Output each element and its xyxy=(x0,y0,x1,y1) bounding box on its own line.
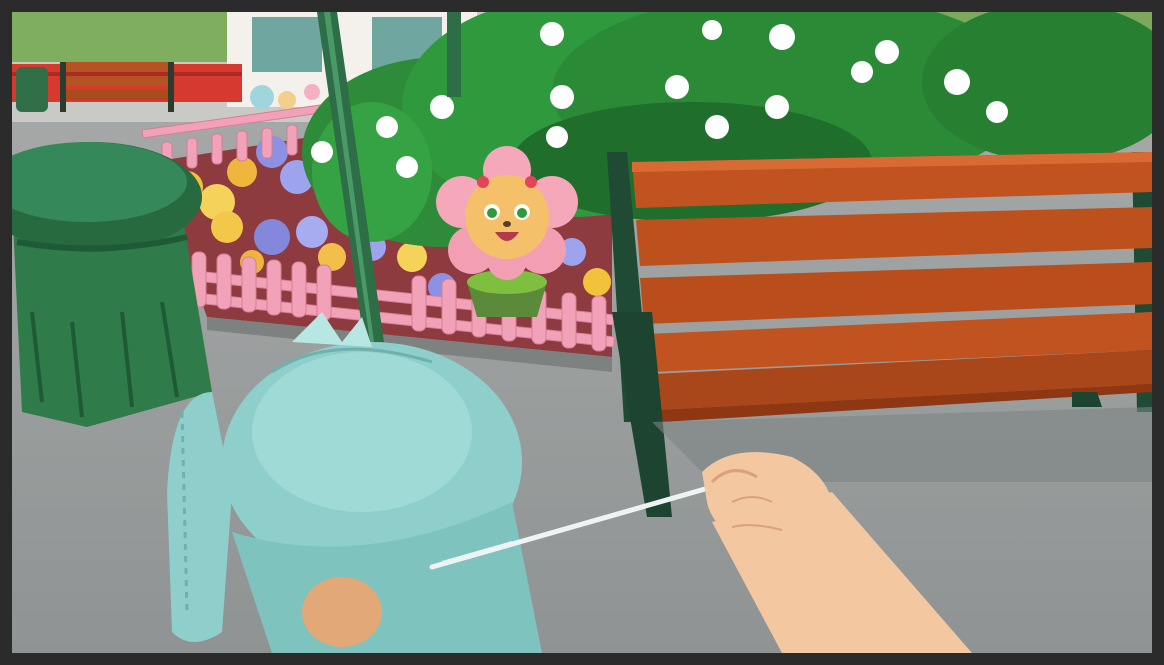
background-trash-can xyxy=(16,67,48,112)
trash-can[interactable] xyxy=(12,142,212,427)
park-scene xyxy=(12,12,1152,653)
game-viewport[interactable] xyxy=(12,12,1152,653)
